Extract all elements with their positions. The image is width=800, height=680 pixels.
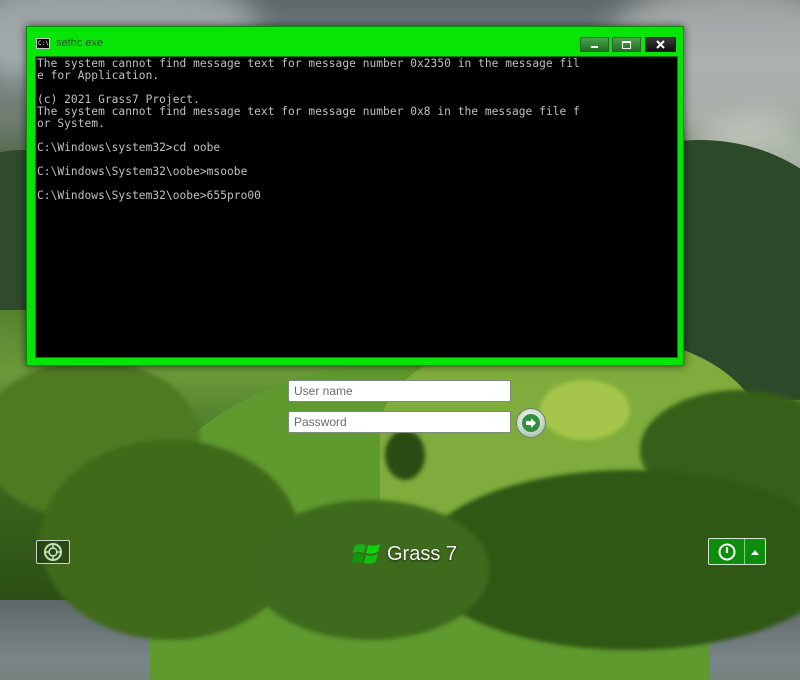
power-icon (718, 543, 736, 560)
ease-of-access-icon (44, 543, 62, 561)
console-window[interactable]: C:\ sethc.exe The system cannot find mes… (26, 26, 684, 366)
window-title: sethc.exe (56, 37, 104, 49)
close-button[interactable] (645, 37, 676, 52)
shutdown-options-button[interactable] (745, 539, 765, 564)
sign-in-button[interactable] (516, 408, 546, 438)
password-input[interactable] (288, 411, 511, 433)
power-group (708, 538, 766, 565)
username-input[interactable] (288, 380, 511, 402)
title-bar[interactable]: C:\ sethc.exe (27, 27, 683, 57)
arrow-right-icon (522, 414, 540, 432)
windows-flag-logo (352, 544, 380, 564)
shutdown-button[interactable] (709, 539, 746, 564)
triangle-up-icon (751, 549, 760, 555)
maximize-button[interactable] (612, 37, 641, 52)
console-output[interactable]: The system cannot find message text for … (35, 56, 678, 358)
brand-name: Grass 7 (387, 542, 458, 565)
brand: Grass 7 (352, 540, 457, 568)
maximize-icon (622, 41, 631, 49)
close-icon (656, 40, 665, 49)
console-text: The system cannot find message text for … (37, 57, 580, 202)
minimize-button[interactable] (580, 37, 609, 52)
ease-of-access-button[interactable] (36, 540, 70, 564)
minimize-icon (591, 46, 598, 48)
console-icon: C:\ (36, 38, 50, 49)
